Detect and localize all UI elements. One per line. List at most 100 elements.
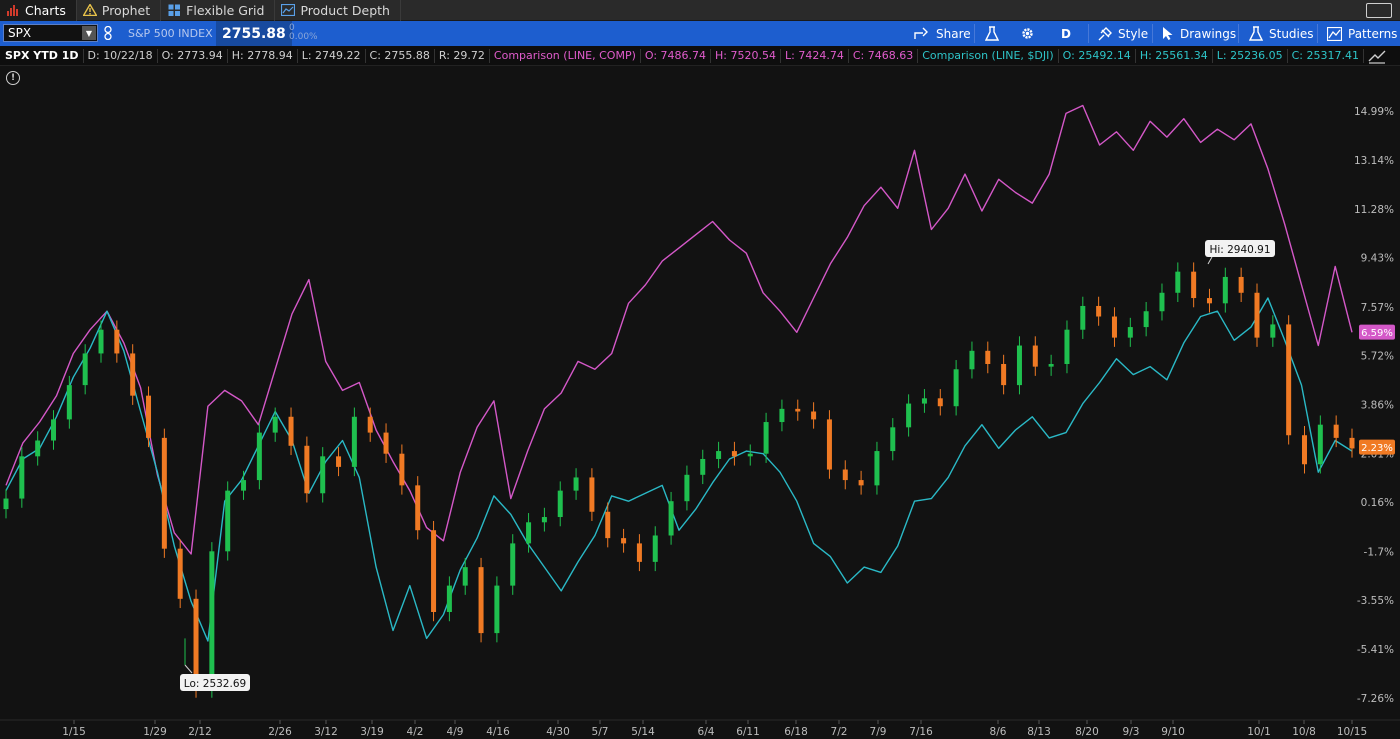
cursor-arrow-icon — [1163, 27, 1173, 40]
y-tick-label: 9.43% — [1361, 253, 1394, 265]
tab-prophet[interactable]: Prophet — [77, 0, 162, 21]
studies-button[interactable]: Studies — [1249, 21, 1314, 46]
chart-toolbar: ▼ S&P 500 INDEX 2755.88 0 0.00% Share D — [0, 21, 1400, 46]
dji-low: L: 25236.05 — [1213, 48, 1288, 63]
toolbar-divider — [974, 24, 975, 43]
settings-button[interactable] — [1020, 21, 1041, 46]
spx-candle — [621, 538, 627, 544]
tab-flexible-grid[interactable]: Flexible Grid — [161, 0, 276, 21]
spx-candle — [51, 419, 57, 441]
spx-candle — [1191, 271, 1197, 299]
info-icon[interactable]: ! — [6, 71, 20, 85]
tab-label: Product Depth — [300, 2, 390, 18]
spx-candle — [320, 456, 326, 494]
y-tick-label: 7.57% — [1361, 302, 1394, 314]
period-label: D — [1061, 26, 1071, 41]
y-tick-label: 11.28% — [1354, 204, 1394, 216]
x-tick-label: 10/1 — [1247, 726, 1271, 738]
hi-pointer — [1207, 256, 1213, 265]
x-tick-label: 7/2 — [831, 726, 848, 738]
symbol-input[interactable] — [4, 25, 80, 41]
spx-candle — [1175, 271, 1181, 293]
spx-candle — [684, 474, 690, 502]
spx-candle — [985, 350, 991, 365]
spx-candle — [209, 551, 215, 689]
price-chart[interactable]: 14.99% 13.14% 11.28% 9.43% 7.57% 5.72% 3.86% 2.… — [0, 67, 1400, 739]
spx-candle — [1127, 327, 1133, 338]
style-label: Style — [1118, 26, 1149, 41]
y-tick-label: 13.14% — [1354, 155, 1394, 167]
style-icon — [1098, 26, 1112, 40]
spx-candle — [795, 408, 801, 412]
spx-candle — [1206, 298, 1212, 304]
y-tick-label: 0.16% — [1361, 497, 1394, 509]
spx-candle — [1111, 316, 1117, 338]
chevron-down-icon[interactable]: ▼ — [82, 26, 96, 40]
spx-candle — [3, 498, 9, 510]
spx-candle — [763, 422, 769, 454]
spx-candle — [589, 477, 595, 512]
ruler-icon[interactable] — [1368, 49, 1386, 68]
spx-candle — [874, 451, 880, 486]
spx-candle — [779, 408, 785, 423]
spx-candle — [272, 416, 278, 433]
x-tick-label: 7/9 — [870, 726, 887, 738]
x-tick-label: 10/8 — [1292, 726, 1316, 738]
flask-button[interactable] — [985, 21, 1005, 46]
x-tick-label: 6/18 — [784, 726, 808, 738]
period-button[interactable]: D — [1061, 21, 1071, 46]
style-button[interactable]: Style — [1098, 21, 1148, 46]
symbol-period[interactable]: SPX YTD 1D — [0, 48, 84, 63]
spx-candle — [336, 456, 342, 467]
x-tick-label: 4/30 — [546, 726, 570, 738]
flask-icon — [985, 26, 999, 41]
spx-candle — [842, 469, 848, 481]
comp-close: C: 7468.63 — [849, 48, 919, 63]
spx-candle — [1270, 324, 1276, 338]
symbol-selector[interactable]: ▼ — [3, 24, 98, 42]
tab-label: Flexible Grid — [186, 2, 265, 18]
spx-candle — [811, 411, 817, 420]
x-tick-label: 4/2 — [407, 726, 424, 738]
spx-candle — [1317, 424, 1323, 465]
spx-candle — [731, 451, 737, 457]
tab-charts[interactable]: Charts — [0, 0, 77, 21]
spx-candle — [1333, 424, 1339, 438]
comp-low: L: 7424.74 — [781, 48, 849, 63]
bar-open: O: 2773.94 — [158, 48, 228, 63]
chart-canvas[interactable]: 14.99% 13.14% 11.28% 9.43% 7.57% 5.72% 3.86% 2.… — [0, 67, 1400, 739]
bar-chart-icon — [6, 3, 20, 17]
window-maximize-button[interactable] — [1366, 3, 1392, 18]
link-icon[interactable] — [104, 25, 112, 43]
dji-close: C: 25317.41 — [1288, 48, 1364, 63]
bar-date: D: 10/22/18 — [84, 48, 158, 63]
last-price: 2755.88 — [222, 25, 286, 42]
spx-candle — [494, 585, 500, 634]
x-tick-label: 9/3 — [1123, 726, 1140, 738]
spx-candle — [716, 451, 722, 459]
spx-candle — [510, 543, 516, 586]
dji-label[interactable]: Comparison (LINE, $DJI) — [918, 48, 1059, 63]
lo-label: Lo: 2532.69 — [184, 678, 246, 690]
x-tick-label: 6/11 — [736, 726, 760, 738]
drawings-label: Drawings — [1180, 26, 1237, 41]
x-tick-label: 2/12 — [188, 726, 212, 738]
x-tick-label: 5/7 — [592, 726, 609, 738]
spx-candle — [19, 456, 25, 499]
tab-product-depth[interactable]: Product Depth — [275, 0, 401, 21]
spx-candle — [256, 432, 262, 481]
flask-icon — [1249, 26, 1263, 41]
patterns-button[interactable]: Patterns — [1327, 21, 1397, 46]
y-tick-label: 3.86% — [1361, 400, 1394, 412]
x-tick-label: 6/4 — [698, 726, 715, 738]
comp-label[interactable]: Comparison (LINE, COMP) — [490, 48, 641, 63]
x-tick-label: 1/29 — [143, 726, 167, 738]
depth-chart-icon — [281, 3, 296, 17]
top-tab-bar: Charts Prophet Flexible Grid Product Dep… — [0, 0, 1400, 21]
drawings-button[interactable]: Drawings — [1162, 21, 1236, 46]
spx-candle — [890, 427, 896, 452]
spx-candle — [446, 585, 452, 612]
comp-comparison-line — [5, 104, 1353, 555]
spx-candle — [636, 543, 642, 562]
share-button[interactable]: Share — [914, 21, 971, 46]
